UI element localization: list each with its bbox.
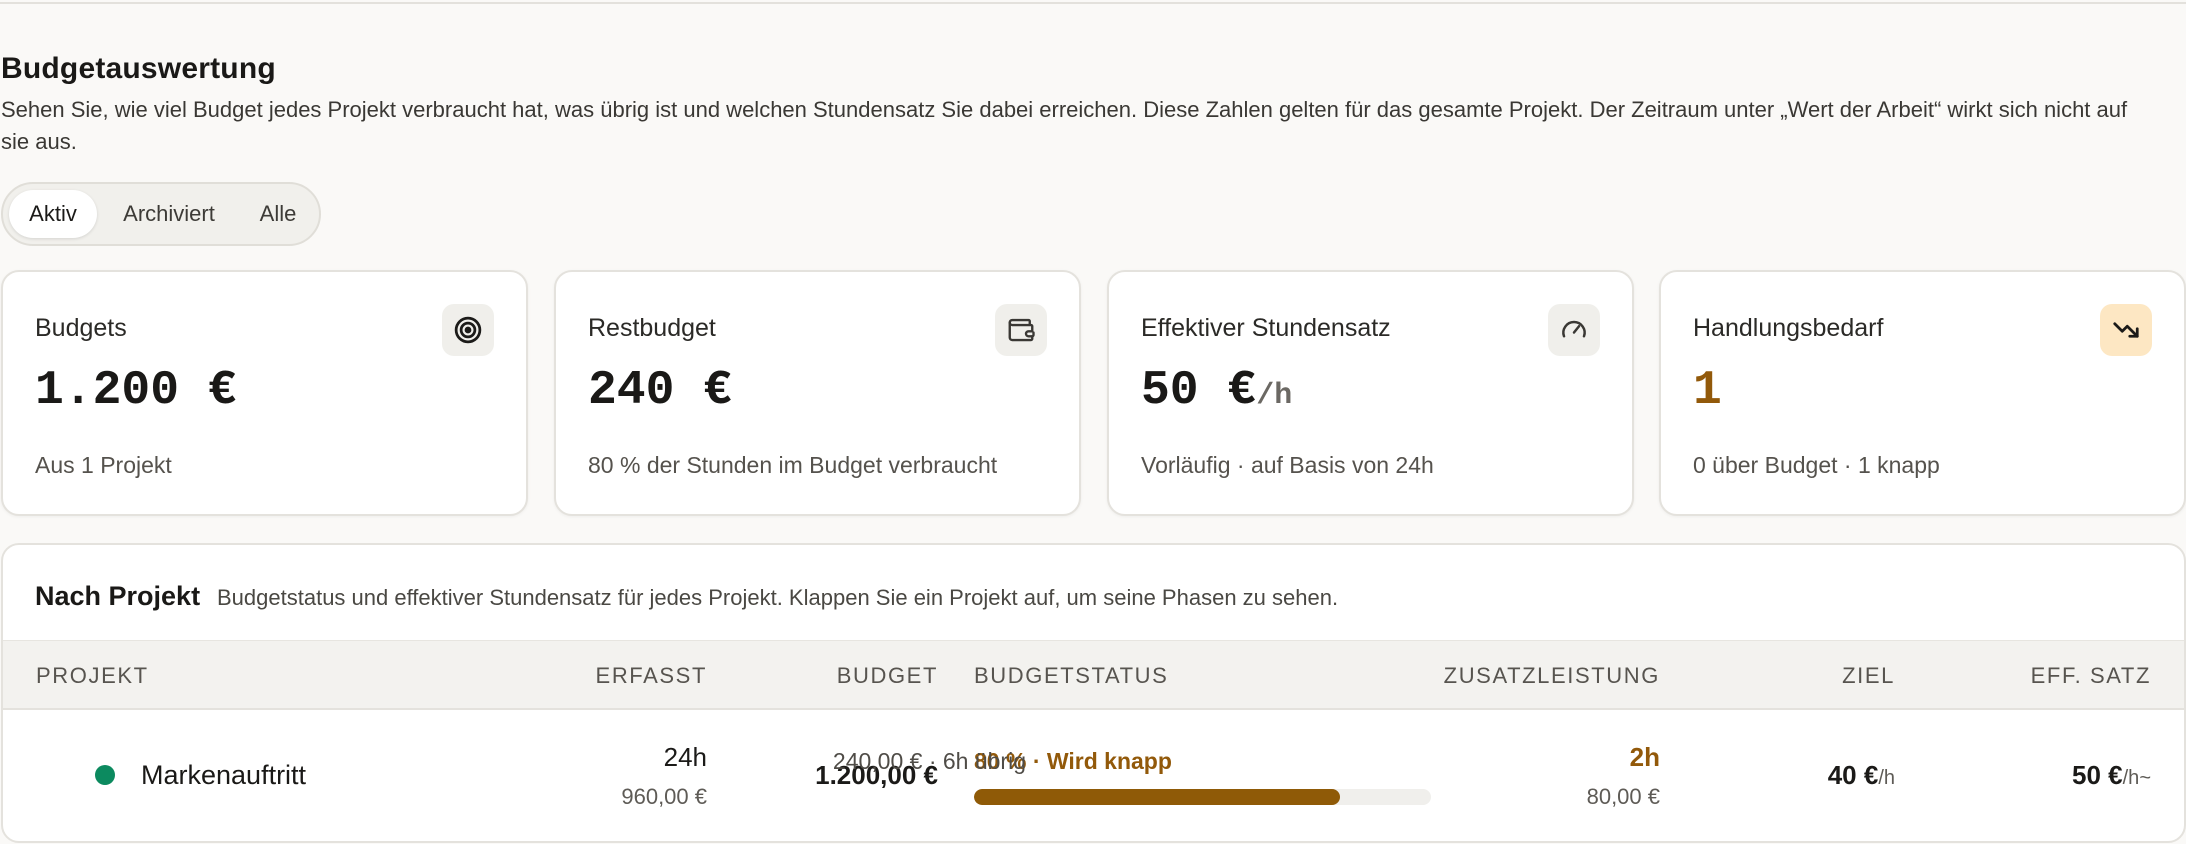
card-effective-rate: Effektiver Stundensatz 50 €/h Vorläufig … bbox=[1107, 270, 1634, 516]
card-footnote: Aus 1 Projekt bbox=[35, 452, 172, 478]
logged-hours: 24h bbox=[663, 742, 707, 772]
status-dot bbox=[95, 765, 115, 785]
gauge-icon bbox=[1548, 304, 1600, 356]
target-rate-unit: /h bbox=[1878, 767, 1895, 789]
column-header-effective-rate[interactable]: EFF. SATZ bbox=[2031, 641, 2151, 711]
extra-work-amount: 80,00 € bbox=[1586, 784, 1660, 809]
card-value: 1 bbox=[1693, 364, 1722, 418]
card-action-needed: Handlungsbedarf 1 0 über Budget · 1 knap… bbox=[1659, 270, 2186, 516]
page-description: Sehen Sie, wie viel Budget jedes Projekt… bbox=[1, 97, 2128, 154]
filter-active-button[interactable]: Aktiv bbox=[9, 190, 97, 238]
target-rate: 40 €/h bbox=[1827, 760, 1895, 790]
card-value: 240 € bbox=[588, 364, 733, 418]
column-header-budget-status[interactable]: BUDGETSTATUS bbox=[974, 641, 1168, 711]
column-header-logged[interactable]: ERFASST bbox=[596, 641, 707, 711]
filter-all-button[interactable]: Alle bbox=[241, 190, 315, 238]
card-value: 1.200 € bbox=[35, 364, 237, 418]
card-value-unit: /h bbox=[1256, 379, 1293, 413]
table-row[interactable]: Markenauftritt 24h 960,00 € 1.200,00 € 8… bbox=[3, 710, 2184, 841]
budget-remaining: 240,00 € · 6h übrig bbox=[832, 748, 1026, 774]
card-label: Budgets bbox=[35, 314, 127, 342]
column-header-project[interactable]: PROJEKT bbox=[36, 641, 149, 711]
project-table-panel: Nach Projekt Budgetstatus und effektiver… bbox=[1, 543, 2186, 843]
card-value: 50 €/h bbox=[1141, 364, 1293, 418]
budget-progress-fill bbox=[974, 789, 1340, 805]
target-icon bbox=[442, 304, 494, 356]
panel-subtitle: Budgetstatus und effektiver Stundensatz … bbox=[217, 585, 1339, 610]
effective-rate-unit: /h bbox=[2122, 767, 2140, 789]
effective-rate: 50 €/h~ bbox=[2072, 760, 2151, 790]
column-header-target[interactable]: ZIEL bbox=[1842, 641, 1895, 711]
wallet-icon bbox=[995, 304, 1047, 356]
card-label: Handlungsbedarf bbox=[1693, 314, 1884, 342]
card-label: Effektiver Stundensatz bbox=[1141, 314, 1391, 342]
card-remaining-budget: Restbudget 240 € 80 % der Stunden im Bud… bbox=[554, 270, 1081, 516]
status-filter: Aktiv Archiviert Alle bbox=[1, 182, 321, 246]
column-header-extra-work[interactable]: ZUSATZLEISTUNG bbox=[1444, 641, 1660, 711]
project-name[interactable]: Markenauftritt bbox=[141, 760, 306, 791]
extra-work-hours: 2h bbox=[1629, 742, 1660, 772]
filter-archived-button[interactable]: Archiviert bbox=[103, 190, 235, 238]
card-footnote: Vorläufig · auf Basis von 24h bbox=[1141, 452, 1434, 478]
logged-amount: 960,00 € bbox=[621, 784, 707, 809]
top-divider bbox=[0, 2, 2186, 4]
budget-progress-bar bbox=[974, 789, 1431, 805]
trend-down-icon bbox=[2100, 304, 2152, 356]
column-header-budget[interactable]: BUDGET bbox=[837, 641, 938, 711]
card-footnote: 0 über Budget · 1 knapp bbox=[1693, 452, 1940, 478]
table-header: PROJEKT ERFASST BUDGET BUDGETSTATUS ZUSA… bbox=[3, 640, 2184, 710]
card-label: Restbudget bbox=[588, 314, 716, 342]
card-footnote: 80 % der Stunden im Budget verbraucht bbox=[588, 452, 998, 478]
panel-title: Nach Projekt bbox=[35, 581, 201, 611]
provisional-marker: ~ bbox=[2139, 767, 2151, 789]
page-title: Budgetauswertung bbox=[1, 52, 276, 85]
card-budgets: Budgets 1.200 € Aus 1 Projekt bbox=[1, 270, 528, 516]
